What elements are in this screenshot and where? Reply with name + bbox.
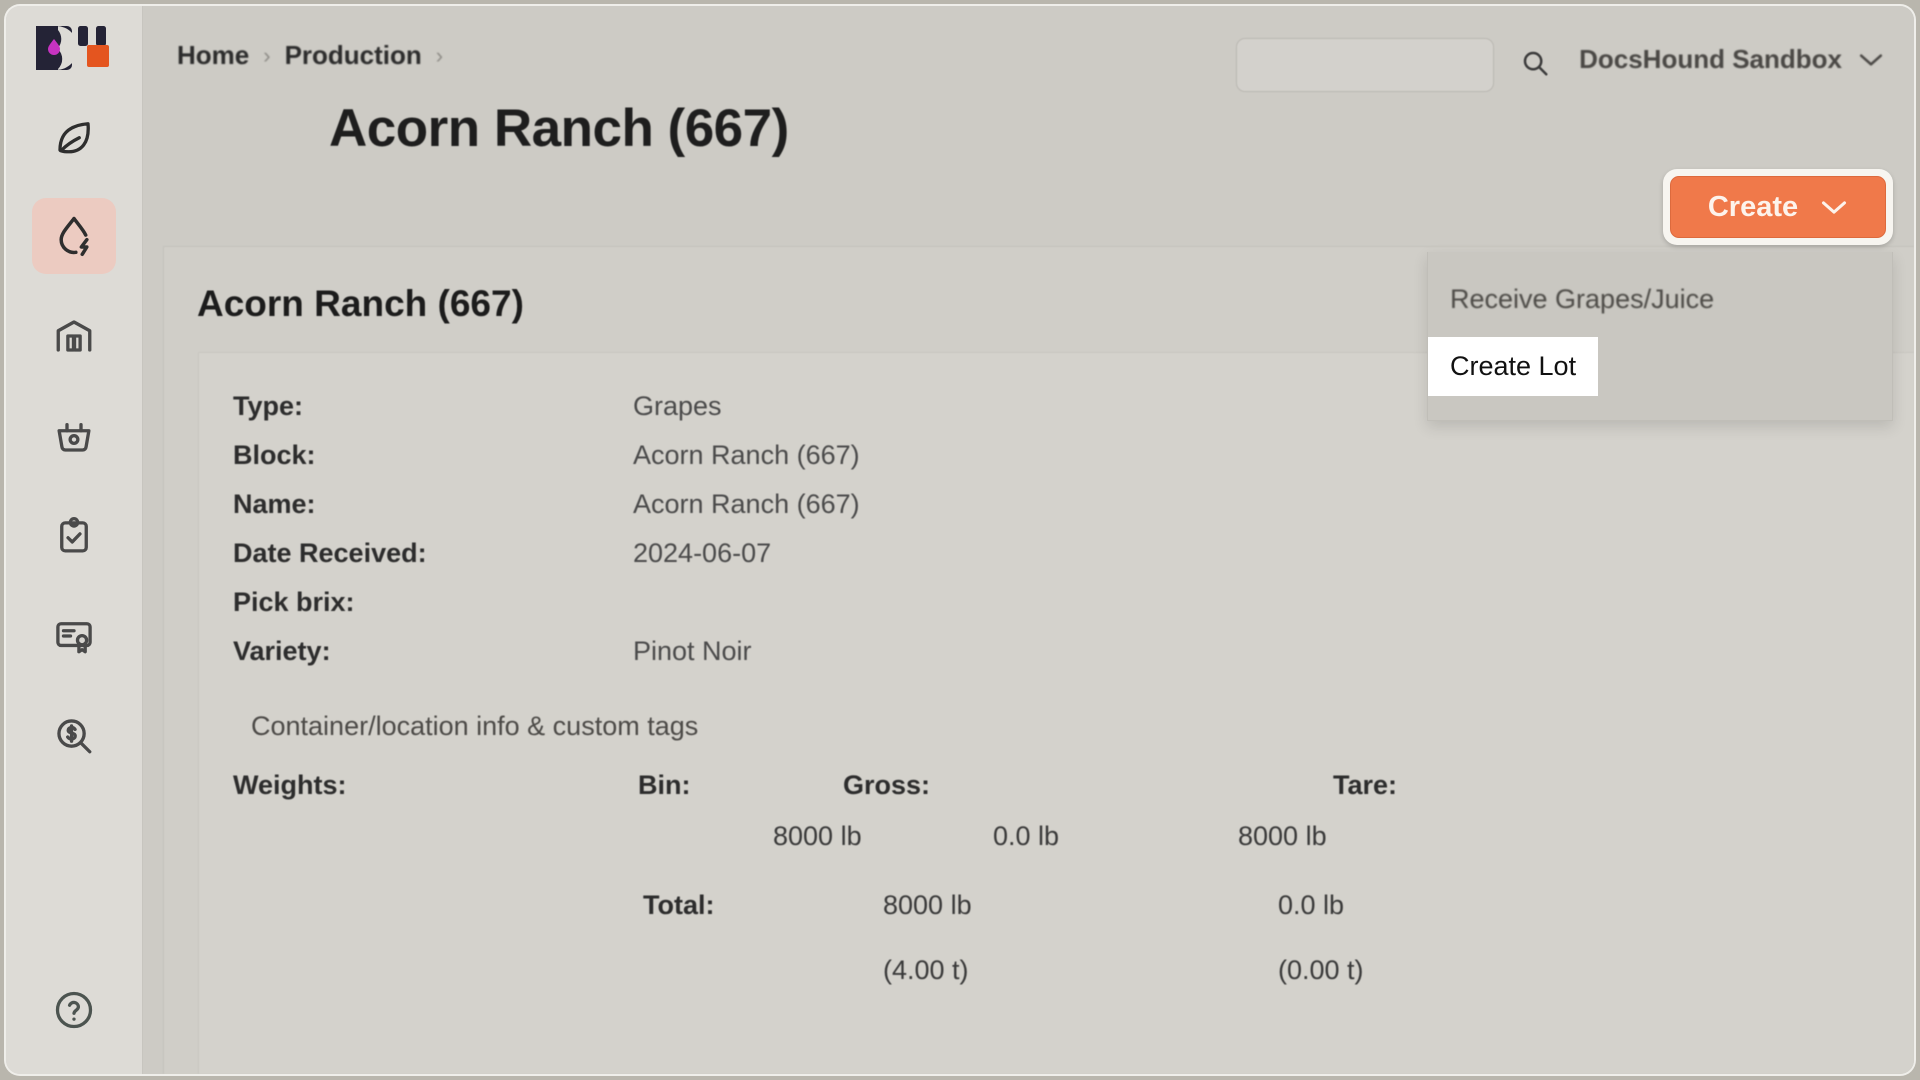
certificate-icon	[53, 615, 95, 657]
field-value: Acorn Ranch (667)	[633, 440, 860, 470]
sidebar-item-tasks[interactable]	[32, 498, 116, 574]
question-circle-icon	[52, 988, 96, 1037]
create-button-label: Create	[1707, 190, 1799, 223]
field-label: Name:	[233, 489, 316, 519]
search-input[interactable]	[1249, 53, 1514, 77]
field-label: Block:	[233, 440, 316, 470]
breadcrumb-separator-icon: ›	[263, 42, 271, 68]
search-box[interactable]	[1236, 38, 1548, 92]
container-location-tags-row[interactable]: Container/location info & custom tags	[233, 711, 1914, 742]
dollar-search-icon	[53, 715, 95, 757]
weights-value-row: 8000 lb 0.0 lb 8000 lb	[233, 821, 1914, 872]
weights-value-bin: 8000 lb	[773, 821, 862, 851]
field-label: Date Received:	[233, 538, 427, 568]
weights-total-gross-tons: (4.00 t)	[883, 955, 969, 985]
field-row-block: Block: Acorn Ranch (667)	[233, 440, 1914, 489]
field-label: Type:	[233, 391, 304, 421]
search-icon[interactable]	[1520, 48, 1550, 83]
weights-header-gross: Gross:	[843, 770, 931, 800]
create-button[interactable]: Create	[1670, 176, 1886, 238]
sidebar-item-compliance[interactable]	[32, 598, 116, 674]
bottlebooks-logo[interactable]	[32, 18, 116, 78]
clipboard-check-icon	[53, 515, 95, 557]
weights-total-row: Total: 8000 lb 0.0 lb 800	[233, 890, 1914, 941]
account-label: DocsHound Sandbox	[1579, 44, 1842, 74]
sidebar-item-warehouse[interactable]	[32, 298, 116, 374]
chevron-down-icon	[1858, 44, 1884, 75]
field-row-pick-brix: Pick brix:	[233, 587, 1914, 636]
breadcrumb-item-production[interactable]: Production	[285, 40, 422, 71]
weights-table: Weights: Bin: Gross: Tare: Net: 8000 lb …	[233, 770, 1914, 1006]
droplet-bolt-icon	[52, 214, 96, 258]
field-label: Variety:	[233, 636, 331, 666]
weights-total-gross-lb: 8000 lb	[883, 890, 972, 920]
create-dropdown-menu: Receive Grapes/Juice Create Lot	[1427, 252, 1893, 421]
leaf-icon	[53, 115, 95, 157]
weights-label: Weights:	[233, 770, 347, 800]
help-button[interactable]	[32, 974, 116, 1050]
page-title: Acorn Ranch (667)	[329, 99, 789, 158]
weights-header-row: Weights: Bin: Gross: Tare: Net:	[233, 770, 1914, 821]
application-window: Home › Production › DocsHound Sandbox Ac…	[6, 6, 1914, 1074]
field-row-variety: Variety: Pinot Noir	[233, 636, 1914, 685]
weights-value-gross: 0.0 lb	[993, 821, 1060, 851]
detail-card: Type: Grapes Block: Acorn Ranch (667) Na…	[198, 352, 1914, 1074]
weights-total-tare-lb: 0.0 lb	[1278, 890, 1345, 920]
field-value: 2024-06-07	[633, 538, 772, 568]
weights-header-tare: Tare:	[1333, 770, 1398, 800]
menu-item-receive-grapes-juice[interactable]: Receive Grapes/Juice	[1428, 274, 1892, 325]
sidebar-item-list	[6, 98, 142, 774]
create-button-focus-ring: Create	[1663, 169, 1893, 245]
field-value: Pinot Noir	[633, 636, 752, 666]
account-selector[interactable]: DocsHound Sandbox	[1579, 44, 1884, 75]
field-value: Grapes	[633, 391, 722, 421]
sidebar-item-costing[interactable]	[32, 698, 116, 774]
sidebar-nav	[6, 6, 143, 1074]
field-value: Acorn Ranch (667)	[633, 489, 860, 519]
weights-header-bin: Bin:	[638, 770, 691, 800]
main-area: Home › Production › DocsHound Sandbox Ac…	[143, 6, 1914, 1074]
menu-item-create-lot[interactable]: Create Lot	[1428, 337, 1599, 396]
warehouse-icon	[53, 315, 95, 357]
weights-total-label: Total:	[643, 890, 715, 920]
card-title: Acorn Ranch (667)	[197, 283, 524, 324]
breadcrumb-item-home[interactable]: Home	[177, 40, 249, 71]
breadcrumb: Home › Production ›	[177, 40, 443, 71]
weights-value-tare: 8000 lb	[1238, 821, 1327, 851]
sidebar-item-harvest[interactable]	[32, 398, 116, 474]
field-row-date-received: Date Received: 2024-06-07	[233, 538, 1914, 587]
field-label: Pick brix:	[233, 587, 355, 617]
chevron-down-icon	[1820, 191, 1848, 224]
weights-total-tare-tons: (0.00 t)	[1278, 955, 1364, 985]
weights-total-tons-row: (4.00 t) (0.00 t) (4.0	[233, 955, 1914, 1006]
field-row-name: Name: Acorn Ranch (667)	[233, 489, 1914, 538]
breadcrumb-separator-icon: ›	[435, 42, 444, 68]
sidebar-item-vineyard[interactable]	[32, 98, 116, 174]
sidebar-item-production[interactable]	[32, 198, 116, 274]
basket-icon	[53, 415, 95, 457]
